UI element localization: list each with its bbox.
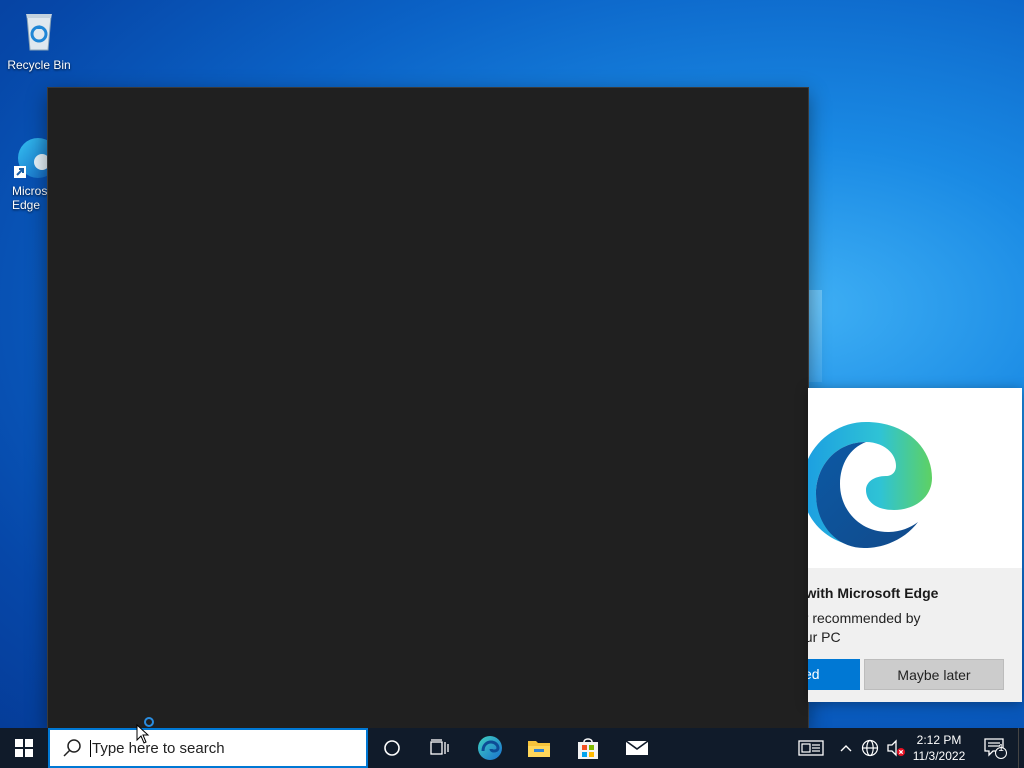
edge-promo-flyout: b with Microsoft Edge er recommended by … (808, 388, 1022, 702)
news-icon (798, 740, 824, 756)
promo-body-line-2: our PC (808, 629, 841, 645)
taskbar-file-explorer-button[interactable] (515, 728, 563, 768)
mouse-cursor-icon (136, 724, 150, 744)
globe-network-icon (861, 739, 879, 757)
search-icon (63, 739, 81, 757)
chevron-up-icon (840, 745, 852, 752)
desktop-icon-recycle-bin[interactable]: Recycle Bin (1, 6, 77, 72)
edge-icon (12, 118, 58, 178)
volume-button[interactable] (884, 728, 908, 768)
desktop-icon-edge[interactable]: Micros Edge (0, 104, 58, 226)
get-started-button[interactable]: ed (808, 659, 860, 690)
edge-icon (478, 736, 502, 760)
taskbar-edge-button[interactable] (466, 728, 514, 768)
news-and-interests-button[interactable] (794, 728, 828, 768)
blank-app-window[interactable] (48, 88, 808, 728)
search-placeholder: Type here to search (90, 739, 225, 757)
get-started-label: ed (808, 666, 820, 682)
clock-date: 11/3/2022 (912, 749, 966, 763)
promo-headline: b with Microsoft Edge (808, 585, 939, 601)
maybe-later-button[interactable]: Maybe later (864, 659, 1004, 690)
recycle-bin-icon (15, 6, 63, 54)
edge-desktop-label: Micros Edge (12, 184, 48, 212)
wallpaper-beam (808, 290, 822, 382)
task-view-button[interactable] (416, 728, 464, 768)
clock-button[interactable]: 2:12 PM 11/3/2022 (908, 728, 970, 768)
windows-logo-icon (15, 739, 33, 757)
taskbar-mail-button[interactable] (613, 728, 661, 768)
store-bag-icon (578, 738, 598, 759)
clock-time: 2:12 PM (916, 733, 962, 747)
cortana-circle-icon (384, 740, 400, 756)
mail-envelope-icon (625, 740, 649, 755)
edge-logo-icon (808, 422, 932, 548)
taskbar: Type here to search 2:12 PM 11/3/2022 1 (0, 728, 1024, 768)
notification-count: 1 (998, 743, 1004, 754)
promo-logo-area (808, 388, 1022, 568)
busy-indicator-icon (144, 717, 154, 727)
promo-body-line-1: er recommended by (808, 610, 921, 626)
show-hidden-icons-button[interactable] (836, 728, 856, 768)
recycle-bin-label: Recycle Bin (7, 58, 71, 72)
task-view-icon (430, 739, 449, 755)
taskbar-store-button[interactable] (564, 728, 612, 768)
cortana-button[interactable] (368, 728, 416, 768)
action-center-button[interactable]: 1 (978, 728, 1012, 768)
network-button[interactable] (858, 728, 882, 768)
start-button[interactable] (0, 728, 48, 768)
folder-icon (528, 741, 550, 757)
speaker-muted-icon (887, 739, 905, 757)
taskbar-search-box[interactable]: Type here to search (48, 728, 368, 768)
show-desktop-button[interactable] (1018, 728, 1024, 768)
